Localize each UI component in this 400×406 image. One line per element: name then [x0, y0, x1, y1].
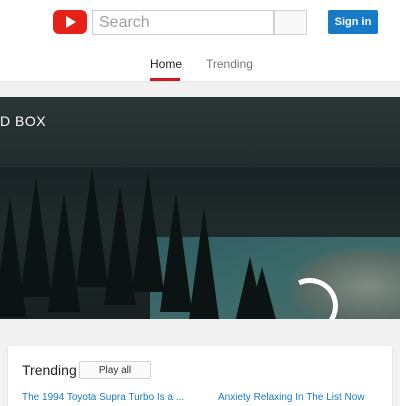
search-button[interactable] — [274, 10, 307, 35]
tab-home[interactable]: Home — [150, 57, 182, 71]
sign-in-button[interactable]: Sign in — [328, 10, 378, 34]
play-triangle-icon — [66, 16, 76, 28]
trending-heading: Trending — [22, 362, 77, 378]
trending-item-link[interactable]: The 1994 Toyota Supra Turbo Is a ... — [22, 392, 212, 403]
trending-item-link[interactable]: Anxiety Relaxing In The List Now — [218, 392, 386, 403]
search-input[interactable] — [92, 10, 274, 35]
video-tree — [246, 267, 278, 319]
video-sky — [0, 97, 400, 167]
video-player[interactable]: D BOX — [0, 97, 400, 319]
tab-bar: Home Trending — [0, 44, 400, 82]
tab-trending[interactable]: Trending — [206, 57, 253, 71]
active-tab-indicator — [150, 78, 180, 81]
video-tree — [188, 207, 220, 319]
video-title: D BOX — [0, 113, 47, 129]
play-all-button[interactable]: Play all — [79, 361, 151, 379]
trending-section: Trending Play all The 1994 Toyota Supra … — [8, 346, 392, 406]
top-bar: Sign in — [0, 0, 400, 44]
youtube-logo-icon[interactable] — [53, 10, 87, 34]
